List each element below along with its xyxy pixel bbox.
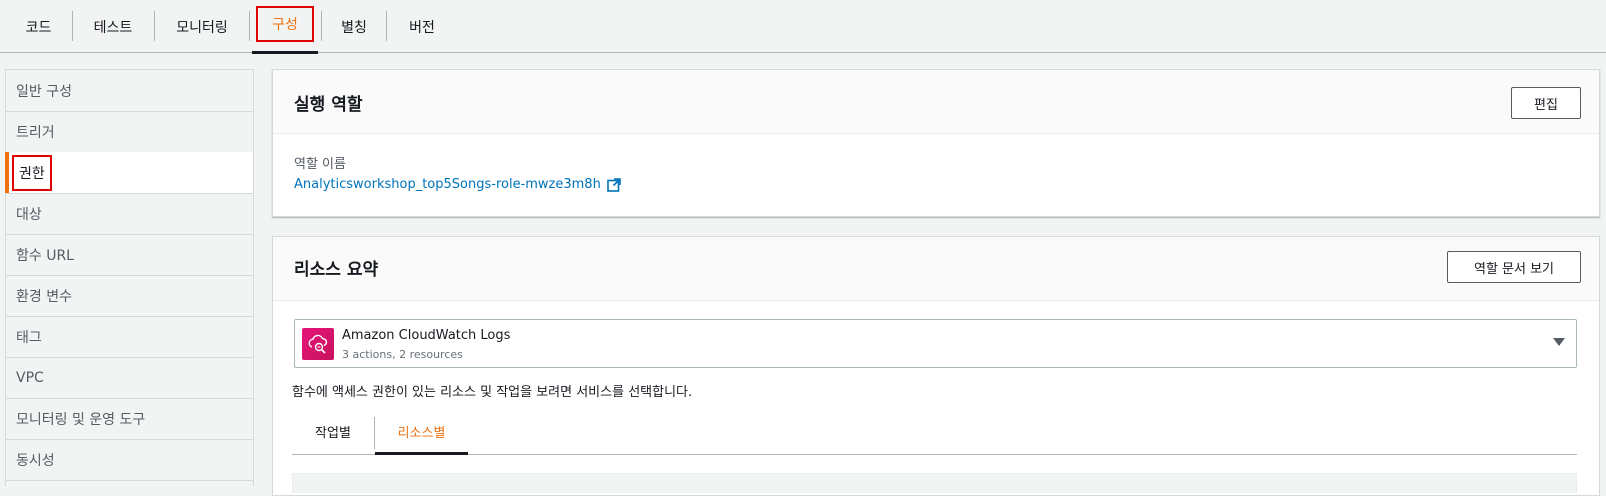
- view-role-document-button[interactable]: 역할 문서 보기: [1447, 251, 1581, 283]
- sidebar-item-vpc[interactable]: VPC: [6, 357, 253, 399]
- sidebar-item-triggers[interactable]: 트리거: [6, 111, 253, 153]
- tab-aliases-label: 별칭: [341, 19, 367, 36]
- tab-by-resource-label: 리소스별: [397, 426, 446, 441]
- role-name-text: Analyticsworkshop_top5Songs-role-mwze3m8…: [294, 177, 601, 192]
- sidebar-item-environment-variables[interactable]: 환경 변수: [6, 275, 253, 317]
- tab-configuration-label: 구성: [256, 6, 314, 42]
- sidebar-item-permissions[interactable]: 권한: [5, 152, 253, 194]
- service-detail: 3 actions, 2 resources: [342, 348, 463, 361]
- resource-table-top: [292, 473, 1577, 493]
- execution-role-panel: 실행 역할 편집 역할 이름 Analyticsworkshop_top5Son…: [272, 69, 1600, 217]
- edit-button[interactable]: 편집: [1511, 87, 1581, 119]
- sidebar-item-label: 환경 변수: [16, 288, 72, 305]
- sidebar-item-label: 트리거: [16, 124, 55, 141]
- tab-test[interactable]: 테스트: [78, 0, 148, 53]
- tab-versions[interactable]: 버전: [392, 0, 452, 53]
- tab-separator: [386, 11, 387, 41]
- sidebar-item-label: VPC: [16, 369, 44, 386]
- tab-by-action-label: 작업별: [315, 426, 351, 441]
- service-select[interactable]: Amazon CloudWatch Logs 3 actions, 2 reso…: [294, 319, 1577, 368]
- sidebar-item-label: 동시성: [16, 452, 55, 469]
- resource-view-tabs: 작업별 리소스별: [292, 409, 1577, 455]
- panel-header: 리소스 요약 역할 문서 보기: [273, 237, 1599, 301]
- tab-test-label: 테스트: [93, 19, 133, 36]
- tab-separator: [72, 11, 73, 41]
- tab-separator: [321, 11, 322, 41]
- sidebar-item-label: 태그: [16, 329, 42, 346]
- sidebar-item-tags[interactable]: 태그: [6, 316, 253, 358]
- resource-summary-panel: 리소스 요약 역할 문서 보기 Amazon CloudWatch Logs 3…: [272, 236, 1600, 496]
- top-tab-bar: 코드 테스트 모니터링 구성 별칭 버전: [0, 0, 1606, 54]
- service-hint-text: 함수에 액세스 권한이 있는 리소스 및 작업을 보려면 서비스를 선택합니다.: [292, 385, 693, 400]
- role-name-label: 역할 이름: [294, 157, 346, 172]
- role-name-link[interactable]: Analyticsworkshop_top5Songs-role-mwze3m8…: [294, 177, 621, 192]
- resource-summary-title: 리소스 요약: [294, 260, 379, 280]
- tab-code[interactable]: 코드: [10, 0, 67, 53]
- configuration-side-nav: 일반 구성 트리거 권한 대상 함수 URL 환경 변수 태그 VPC 모니터링…: [5, 69, 254, 486]
- sidebar-item-label: 일반 구성: [16, 83, 72, 100]
- tab-separator: [154, 11, 155, 41]
- tab-by-action[interactable]: 작업별: [292, 409, 374, 454]
- tab-aliases[interactable]: 별칭: [324, 0, 384, 53]
- sidebar-item-label: 권한: [12, 154, 52, 191]
- tab-code-label: 코드: [25, 19, 52, 36]
- caret-down-icon: [1553, 338, 1565, 346]
- tab-versions-label: 버전: [409, 19, 435, 36]
- sidebar-item-label: 모니터링 및 운영 도구: [16, 411, 146, 428]
- tab-separator: [249, 11, 250, 41]
- sidebar-item-destinations[interactable]: 대상: [6, 193, 253, 235]
- tab-configuration[interactable]: 구성: [252, 0, 318, 54]
- panel-header: 실행 역할 편집: [273, 70, 1599, 134]
- execution-role-title: 실행 역할: [294, 95, 363, 115]
- tab-by-resource[interactable]: 리소스별: [375, 409, 468, 455]
- sidebar-item-monitoring-tools[interactable]: 모니터링 및 운영 도구: [6, 398, 253, 440]
- sidebar-item-general-configuration[interactable]: 일반 구성: [6, 70, 253, 112]
- external-link-icon: [607, 177, 621, 192]
- service-name: Amazon CloudWatch Logs: [342, 328, 511, 343]
- sidebar-item-concurrency[interactable]: 동시성: [6, 439, 253, 481]
- tab-monitoring-label: 모니터링: [176, 19, 228, 36]
- sidebar-item-label: 대상: [16, 206, 42, 223]
- tab-monitoring[interactable]: 모니터링: [160, 0, 244, 53]
- sidebar-item-label: 함수 URL: [16, 247, 74, 264]
- cloudwatch-logs-icon: [302, 328, 334, 360]
- sidebar-item-function-url[interactable]: 함수 URL: [6, 234, 253, 276]
